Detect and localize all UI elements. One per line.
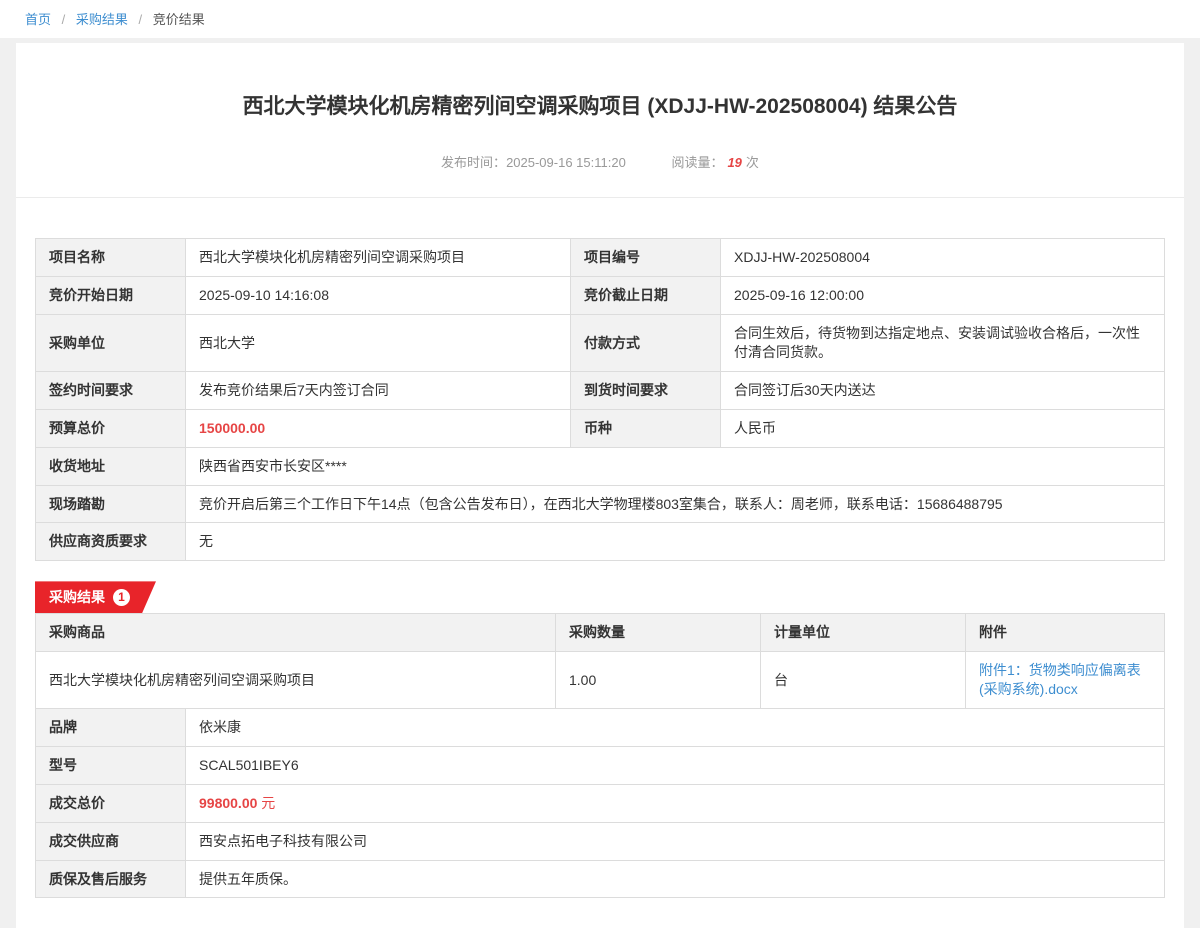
field-value: 2025-09-16 12:00:00 <box>721 277 1165 315</box>
result-detail-table: 品牌 依米康 型号 SCAL501IBEY6 成交总价 99800.00 元 成… <box>35 708 1165 898</box>
views-count: 19 <box>727 155 741 170</box>
result-section-header: 采购结果 1 <box>35 581 1165 613</box>
field-label: 品牌 <box>36 708 186 746</box>
field-label: 采购单位 <box>36 315 186 372</box>
field-label: 现场踏勘 <box>36 485 186 523</box>
views-unit: 次 <box>746 155 759 170</box>
publish-time-label: 发布时间： <box>441 155 506 170</box>
publish-meta: 发布时间：2025-09-16 15:11:20 阅读量： 19 次 <box>35 152 1165 171</box>
table-row: 品牌 依米康 <box>36 708 1165 746</box>
deal-total-price: 99800.00 元 <box>186 784 1165 822</box>
field-value: 西北大学模块化机房精密列间空调采购项目 <box>186 239 571 277</box>
announcement-card: 西北大学模块化机房精密列间空调采购项目 (XDJJ-HW-202508004) … <box>16 43 1184 928</box>
result-badge-count: 1 <box>113 589 130 606</box>
attachment-link[interactable]: 附件1：货物类响应偏离表(采购系统).docx <box>979 662 1141 697</box>
field-label: 质保及售后服务 <box>36 860 186 898</box>
table-row: 成交供应商 西安点拓电子科技有限公司 <box>36 822 1165 860</box>
field-value: 合同生效后，待货物到达指定地点、安装调试验收合格后，一次性付清合同货款。 <box>721 315 1165 372</box>
field-label: 币种 <box>571 409 721 447</box>
attachment-cell: 附件1：货物类响应偏离表(采购系统).docx <box>966 652 1165 709</box>
column-header-unit: 计量单位 <box>761 614 966 652</box>
table-row: 成交总价 99800.00 元 <box>36 784 1165 822</box>
table-row: 质保及售后服务 提供五年质保。 <box>36 860 1165 898</box>
table-header-row: 采购商品 采购数量 计量单位 附件 <box>36 614 1165 652</box>
table-row: 项目名称 西北大学模块化机房精密列间空调采购项目 项目编号 XDJJ-HW-20… <box>36 239 1165 277</box>
result-badge: 采购结果 1 <box>35 581 156 613</box>
field-label: 成交总价 <box>36 784 186 822</box>
column-header-product: 采购商品 <box>36 614 556 652</box>
breadcrumb: 首页 / 采购结果 / 竞价结果 <box>0 0 1200 38</box>
table-row: 供应商资质要求 无 <box>36 523 1165 561</box>
breadcrumb-separator: / <box>62 12 66 27</box>
product-quantity: 1.00 <box>556 652 761 709</box>
field-value: 人民币 <box>721 409 1165 447</box>
field-value: 依米康 <box>186 708 1165 746</box>
breadcrumb-current: 竞价结果 <box>153 12 205 27</box>
field-label: 预算总价 <box>36 409 186 447</box>
column-header-quantity: 采购数量 <box>556 614 761 652</box>
field-value: 西北大学 <box>186 315 571 372</box>
product-unit: 台 <box>761 652 966 709</box>
field-label: 型号 <box>36 746 186 784</box>
product-name: 西北大学模块化机房精密列间空调采购项目 <box>36 652 556 709</box>
breadcrumb-link-home[interactable]: 首页 <box>25 12 51 27</box>
field-label: 收货地址 <box>36 447 186 485</box>
page-title: 西北大学模块化机房精密列间空调采购项目 (XDJJ-HW-202508004) … <box>75 93 1125 120</box>
table-row: 预算总价 150000.00 币种 人民币 <box>36 409 1165 447</box>
field-label: 项目编号 <box>571 239 721 277</box>
publish-time: 2025-09-16 15:11:20 <box>506 155 626 170</box>
deal-price-unit: 元 <box>261 795 275 811</box>
table-row: 采购单位 西北大学 付款方式 合同生效后，待货物到达指定地点、安装调试验收合格后… <box>36 315 1165 372</box>
field-label: 供应商资质要求 <box>36 523 186 561</box>
result-badge-label: 采购结果 <box>49 587 105 607</box>
views-label: 阅读量： <box>671 155 723 170</box>
field-value: SCAL501IBEY6 <box>186 746 1165 784</box>
table-row: 现场踏勘 竞价开启后第三个工作日下午14点（包含公告发布日），在西北大学物理楼8… <box>36 485 1165 523</box>
field-label: 竞价开始日期 <box>36 277 186 315</box>
field-value: 合同签订后30天内送达 <box>721 371 1165 409</box>
breadcrumb-link-purchase-results[interactable]: 采购结果 <box>76 12 128 27</box>
field-value: 无 <box>186 523 1165 561</box>
field-label: 成交供应商 <box>36 822 186 860</box>
field-value: XDJJ-HW-202508004 <box>721 239 1165 277</box>
field-label: 竞价截止日期 <box>571 277 721 315</box>
breadcrumb-separator: / <box>139 12 143 27</box>
deal-price-amount: 99800.00 <box>199 795 257 811</box>
field-label: 签约时间要求 <box>36 371 186 409</box>
field-value: 竞价开启后第三个工作日下午14点（包含公告发布日），在西北大学物理楼803室集合… <box>186 485 1165 523</box>
project-info-table: 项目名称 西北大学模块化机房精密列间空调采购项目 项目编号 XDJJ-HW-20… <box>35 238 1165 561</box>
field-value: 西安点拓电子科技有限公司 <box>186 822 1165 860</box>
field-label: 到货时间要求 <box>571 371 721 409</box>
field-value: 陕西省西安市长安区**** <box>186 447 1165 485</box>
result-table: 采购商品 采购数量 计量单位 附件 西北大学模块化机房精密列间空调采购项目 1.… <box>35 613 1165 709</box>
table-row: 签约时间要求 发布竞价结果后7天内签订合同 到货时间要求 合同签订后30天内送达 <box>36 371 1165 409</box>
column-header-attachment: 附件 <box>966 614 1165 652</box>
budget-total-value: 150000.00 <box>186 409 571 447</box>
field-label: 项目名称 <box>36 239 186 277</box>
table-row: 竞价开始日期 2025-09-10 14:16:08 竞价截止日期 2025-0… <box>36 277 1165 315</box>
field-value: 2025-09-10 14:16:08 <box>186 277 571 315</box>
field-value: 发布竞价结果后7天内签订合同 <box>186 371 571 409</box>
table-row: 型号 SCAL501IBEY6 <box>36 746 1165 784</box>
field-label: 付款方式 <box>571 315 721 372</box>
field-value: 提供五年质保。 <box>186 860 1165 898</box>
divider <box>16 197 1184 198</box>
table-row: 收货地址 陕西省西安市长安区**** <box>36 447 1165 485</box>
table-row: 西北大学模块化机房精密列间空调采购项目 1.00 台 附件1：货物类响应偏离表(… <box>36 652 1165 709</box>
